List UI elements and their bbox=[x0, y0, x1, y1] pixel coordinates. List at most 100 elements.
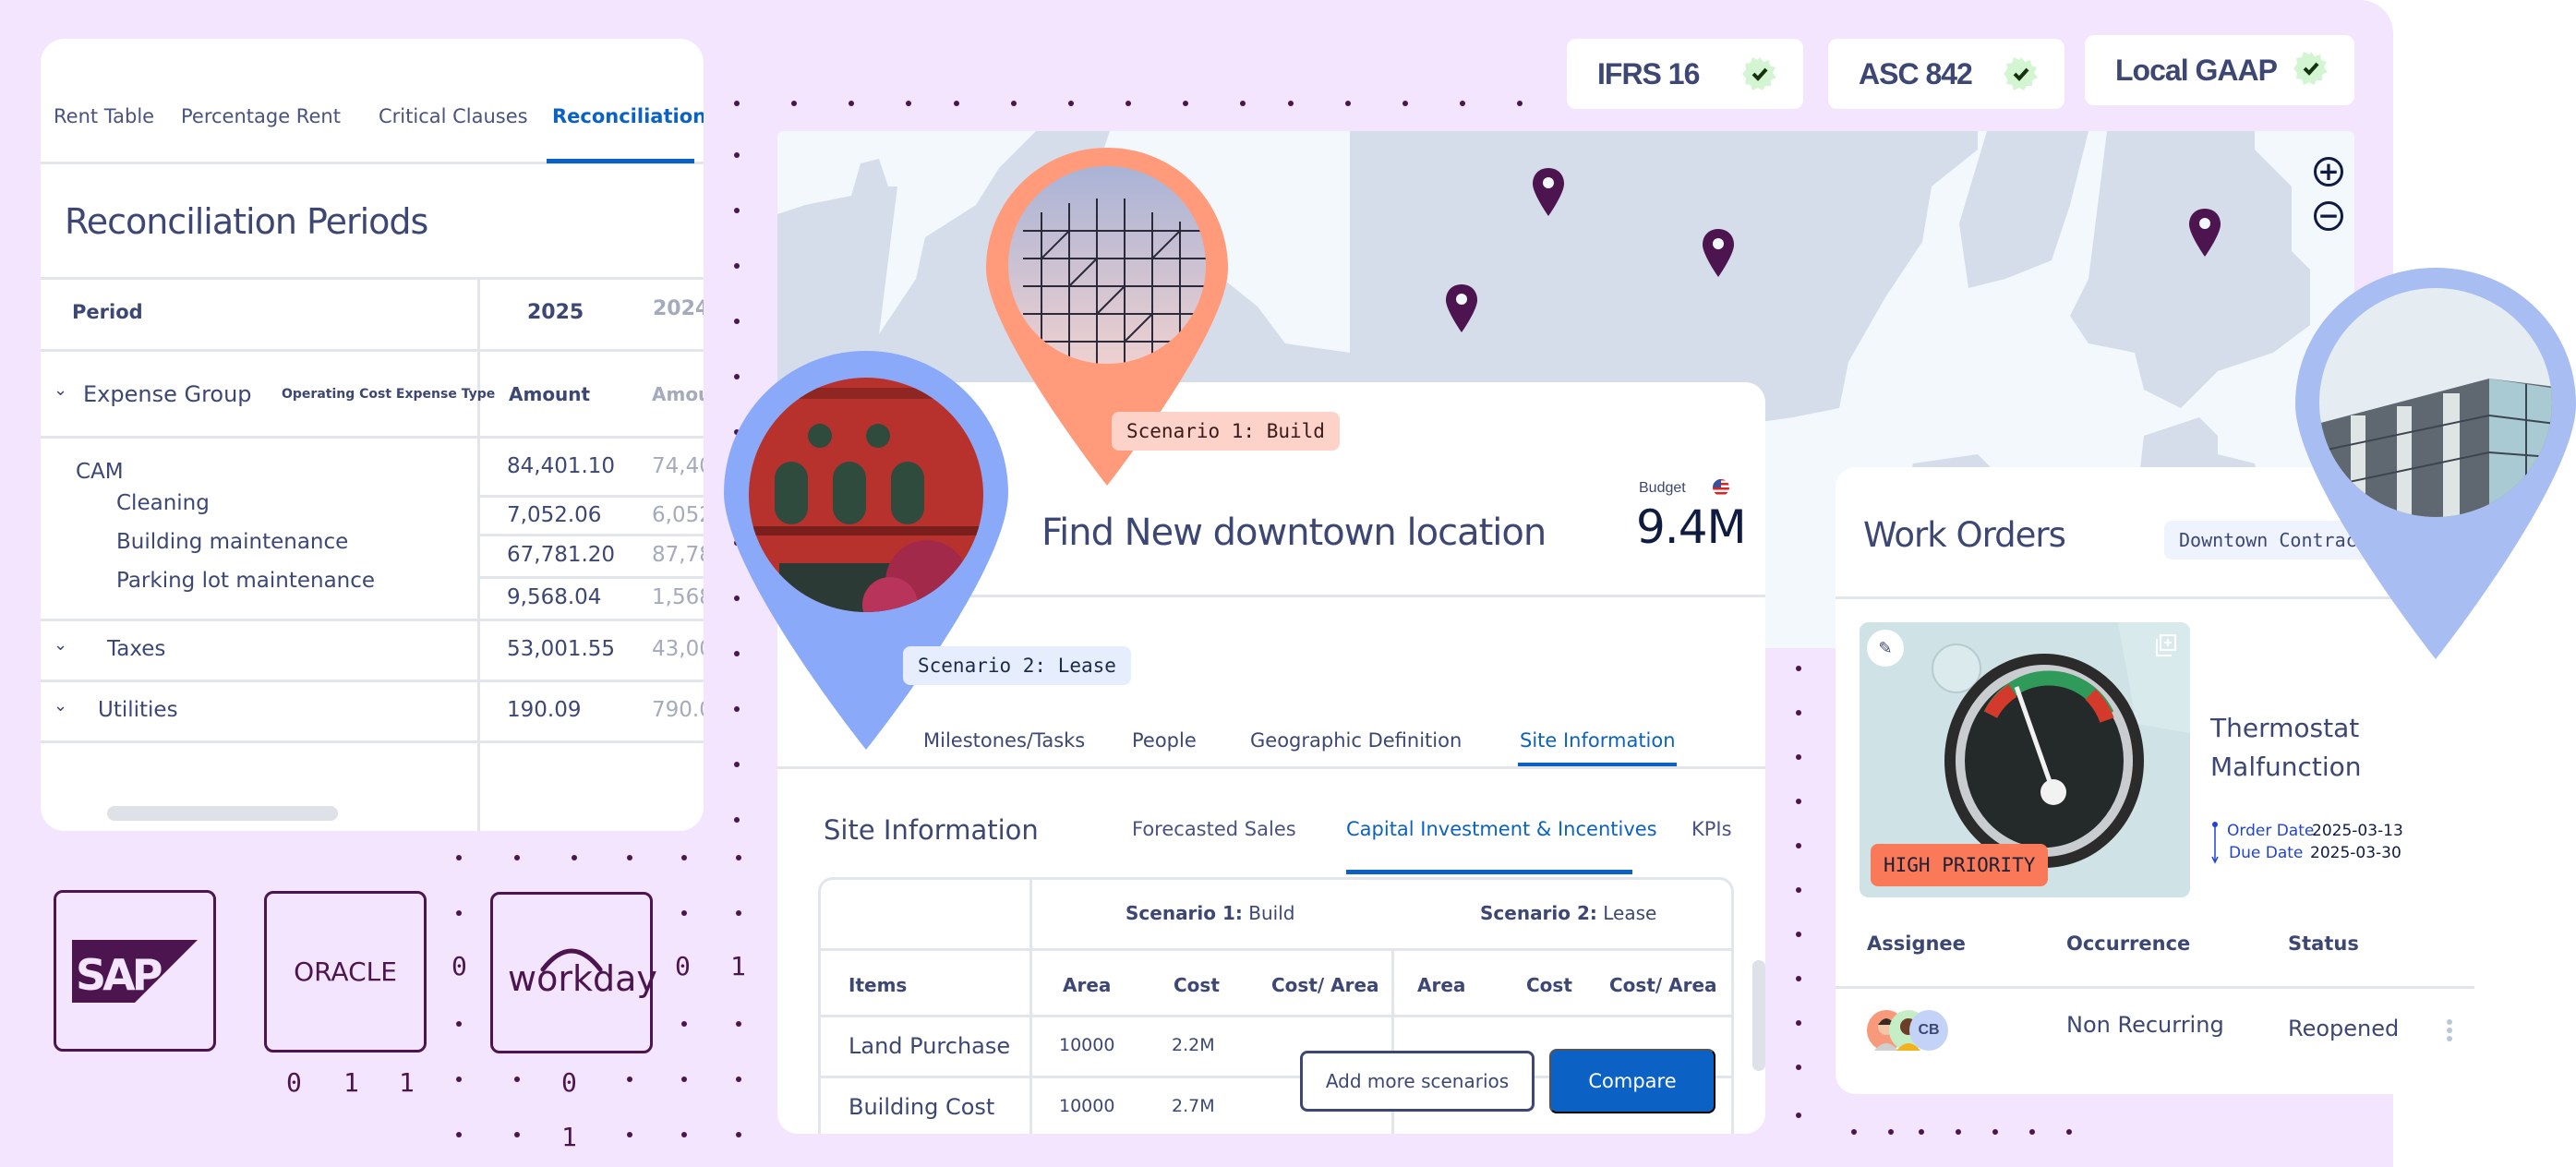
decorative-dot bbox=[734, 152, 740, 158]
active-subtab-indicator bbox=[1346, 870, 1632, 874]
chevron-down-icon[interactable]: ⌄ bbox=[54, 635, 67, 655]
decorative-dot bbox=[1796, 887, 1801, 893]
parking-amount-2025: 9,568.04 bbox=[507, 585, 602, 609]
lease-tabs: Rent Table Percentage Rent Critical Clau… bbox=[41, 39, 704, 164]
sap-logo: SAP bbox=[54, 890, 216, 1052]
decorative-dot bbox=[681, 1021, 687, 1027]
priority-badge: HIGH PRIORITY bbox=[1871, 844, 2049, 886]
decorative-dot bbox=[1796, 843, 1801, 848]
decorative-dot bbox=[627, 1132, 632, 1137]
work-order-name: Thermostat Malfunction bbox=[2210, 713, 2362, 782]
col-s2-cost-area: Cost/ Area bbox=[1609, 974, 1717, 996]
decorative-dot bbox=[1956, 1129, 1961, 1135]
add-more-scenarios-button[interactable]: Add more scenarios bbox=[1300, 1051, 1535, 1112]
group-cam[interactable]: CAM bbox=[76, 460, 124, 484]
tab-geographic-definition[interactable]: Geographic Definition bbox=[1250, 729, 1462, 752]
decorative-dot bbox=[1517, 101, 1523, 106]
subtab-capital-investment[interactable]: Capital Investment & Incentives bbox=[1346, 818, 1657, 840]
binary-digit: 1 bbox=[343, 1067, 359, 1098]
pencil-icon[interactable]: ✎ bbox=[1867, 630, 1904, 667]
col-status: Status bbox=[2288, 932, 2359, 955]
row-item-building-cost: Building Cost bbox=[849, 1094, 995, 1120]
utilities-amount-2025: 190.09 bbox=[507, 698, 582, 722]
decorative-dot bbox=[1796, 1020, 1801, 1026]
binary-digit: 0 bbox=[286, 1067, 302, 1098]
divider bbox=[821, 948, 1731, 951]
group-taxes[interactable]: Taxes bbox=[107, 637, 165, 661]
decorative-dot bbox=[734, 319, 740, 324]
decorative-dot bbox=[1011, 101, 1017, 106]
utilities-amount-2024: 790.09 bbox=[652, 698, 704, 722]
decorative-dot bbox=[736, 1132, 741, 1137]
year-2024-header[interactable]: 2024 bbox=[653, 297, 704, 320]
due-date-value: 2025-03-30 bbox=[2310, 844, 2401, 862]
chevron-down-icon[interactable]: ⌄ bbox=[54, 696, 67, 716]
due-date-label: Due Date bbox=[2229, 844, 2304, 862]
location-pin-building bbox=[2295, 268, 2576, 659]
decorative-dot bbox=[736, 1077, 741, 1082]
land-purchase-s1-cost: 2.2M bbox=[1172, 1035, 1215, 1055]
workday-logo: workday bbox=[490, 892, 657, 1053]
tab-people[interactable]: People bbox=[1132, 729, 1197, 752]
decorative-dot bbox=[627, 855, 632, 860]
decorative-dot bbox=[734, 263, 740, 269]
divider bbox=[41, 619, 704, 621]
col-s2-cost: Cost bbox=[1526, 974, 1572, 996]
decorative-dot bbox=[1796, 976, 1801, 981]
occurrence-value: Non Recurring bbox=[2066, 1012, 2224, 1038]
building-cost-s1-area: 10000 bbox=[1059, 1096, 1115, 1116]
scenario-2-header: Scenario 2: Lease bbox=[1480, 902, 1657, 924]
vertical-scrollbar[interactable] bbox=[1752, 960, 1765, 1071]
decorative-dot bbox=[456, 855, 462, 860]
divider bbox=[479, 576, 704, 579]
decorative-dot bbox=[1460, 101, 1465, 106]
standard-label: IFRS 16 bbox=[1597, 56, 1700, 90]
tab-site-information[interactable]: Site Information bbox=[1520, 729, 1676, 752]
reconciliation-card: Rent Table Percentage Rent Critical Clau… bbox=[41, 39, 704, 831]
decorative-dot bbox=[954, 101, 959, 106]
tab-reconciliation[interactable]: Reconciliation bbox=[552, 105, 704, 127]
divider bbox=[41, 277, 704, 280]
order-date-label: Order Date bbox=[2227, 822, 2315, 840]
decorative-dot bbox=[1068, 101, 1074, 106]
decorative-dot bbox=[1796, 932, 1801, 937]
col-s1-area: Area bbox=[1063, 974, 1112, 996]
decorative-dot bbox=[1183, 101, 1188, 106]
oracle-logo-text: ORACLE bbox=[294, 956, 397, 987]
compare-button[interactable]: Compare bbox=[1549, 1049, 1715, 1113]
decorative-dot bbox=[514, 1077, 520, 1082]
add-image-icon[interactable] bbox=[2155, 633, 2177, 657]
tab-rent-table[interactable]: Rent Table bbox=[54, 105, 154, 127]
binary-digit: 1 bbox=[399, 1067, 415, 1098]
work-order-image[interactable]: ✎ HIGH PRIORITY bbox=[1860, 622, 2190, 897]
page-title: Reconciliation Periods bbox=[65, 201, 428, 242]
map-marker-icon[interactable] bbox=[1533, 168, 1564, 216]
map-marker-icon[interactable] bbox=[1446, 284, 1477, 332]
decorative-dot bbox=[791, 101, 797, 106]
horizontal-scrollbar[interactable] bbox=[107, 806, 338, 821]
subtab-forecasted-sales[interactable]: Forecasted Sales bbox=[1132, 818, 1296, 840]
subtab-kpis[interactable]: KPIs bbox=[1691, 818, 1732, 840]
cleaning-amount-2024: 6,052.06 bbox=[652, 503, 704, 527]
avatar-initials[interactable]: CB bbox=[1909, 1010, 1948, 1051]
group-utilities[interactable]: Utilities bbox=[98, 698, 178, 722]
expense-parking-lot-maintenance: Parking lot maintenance bbox=[116, 569, 376, 593]
year-2025-header[interactable]: 2025 bbox=[527, 301, 584, 324]
status-value: Reopened bbox=[2288, 1016, 2400, 1041]
column-divider bbox=[477, 277, 480, 831]
binary-digit: 0 bbox=[561, 1067, 577, 1098]
chevron-down-icon[interactable]: ⌄ bbox=[54, 380, 67, 400]
decorative-dot bbox=[1240, 101, 1246, 106]
divider bbox=[777, 766, 1765, 769]
map-marker-icon[interactable] bbox=[1703, 229, 1734, 277]
col-occurrence: Occurrence bbox=[2066, 932, 2191, 955]
decorative-dot bbox=[1992, 1129, 1998, 1135]
decorative-dot bbox=[734, 101, 740, 106]
map-zoom-out-button[interactable]: − bbox=[2314, 201, 2343, 231]
more-options-icon[interactable] bbox=[2447, 1019, 2452, 1041]
oracle-logo: ORACLE bbox=[264, 891, 427, 1053]
map-marker-icon[interactable] bbox=[2189, 209, 2221, 257]
map-zoom-in-button[interactable]: + bbox=[2314, 157, 2343, 186]
tab-critical-clauses[interactable]: Critical Clauses bbox=[379, 105, 528, 127]
tab-percentage-rent[interactable]: Percentage Rent bbox=[181, 105, 341, 127]
